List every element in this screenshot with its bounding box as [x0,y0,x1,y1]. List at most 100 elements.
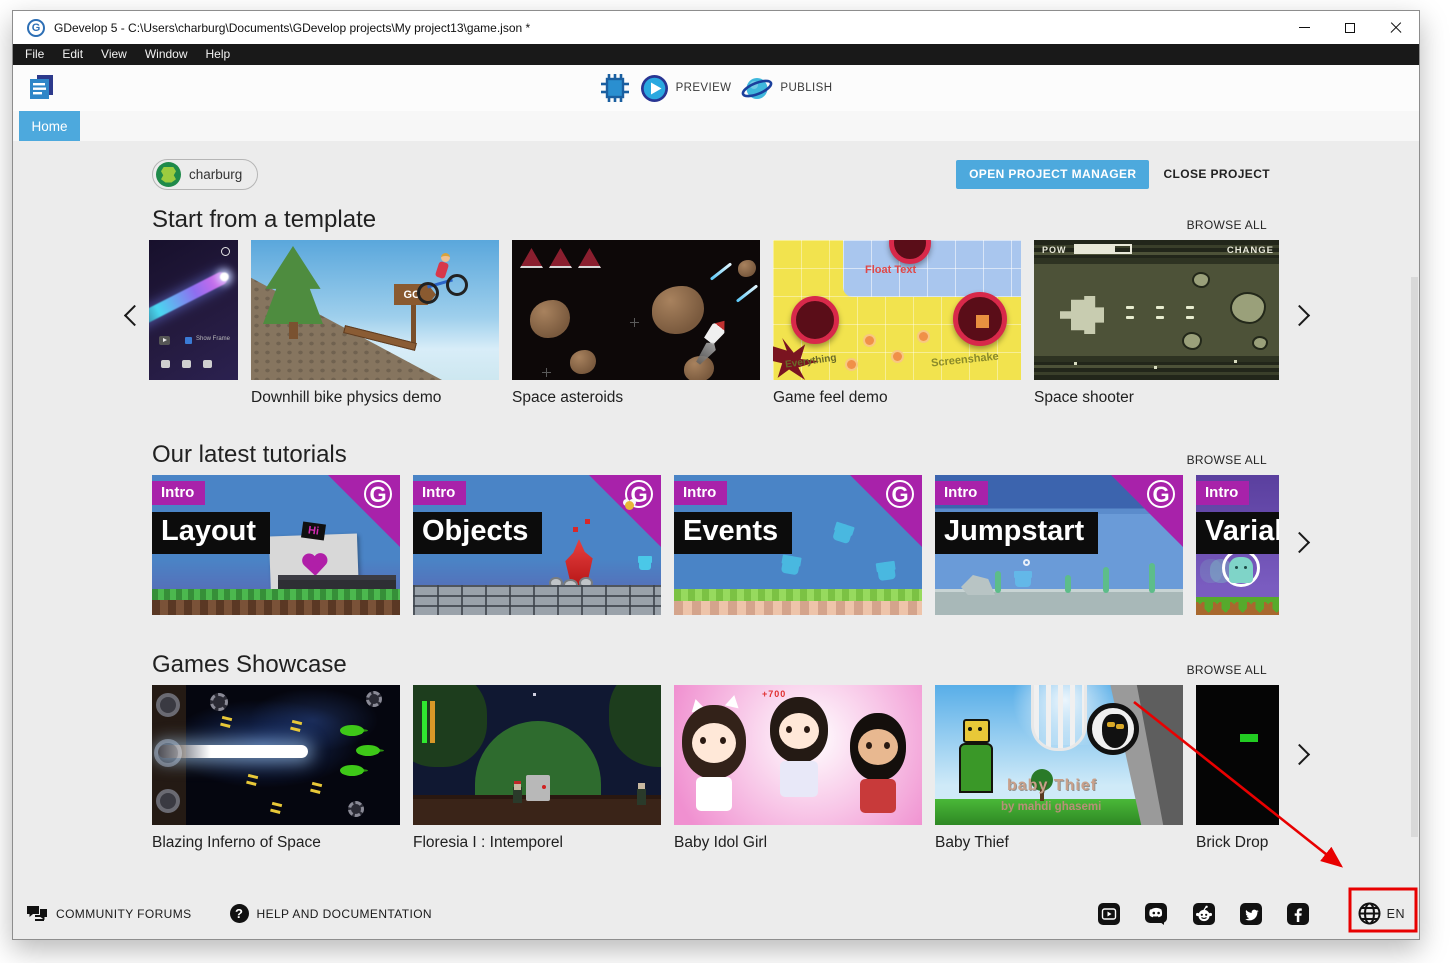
templates-title: Start from a template [152,206,1187,234]
chevron-right-icon[interactable] [1289,744,1310,765]
pixel-ship-art [1060,296,1104,334]
menu-file[interactable]: File [16,44,53,65]
menu-edit[interactable]: Edit [53,44,92,65]
templates-browse-all[interactable]: BROWSE ALL [1187,216,1267,234]
menu-help[interactable]: Help [197,44,240,65]
template-thumbnail-bike[interactable]: GO [251,240,499,380]
tab-home[interactable]: Home [19,111,80,141]
intro-badge: Intro [935,481,988,505]
preview-label: PREVIEW [676,82,732,94]
username: charburg [189,167,242,182]
beam-art [158,745,308,758]
footer: COMMUNITY FORUMS ? HELP AND DOCUMENTATIO… [13,888,1419,939]
showcase-card: +700 [674,685,922,852]
tutorial-thumbnail-variables[interactable]: +1 Intro Variables [1196,475,1279,615]
maximize-icon [1345,23,1355,33]
avatar [156,162,181,187]
babythief-title: baby Thief [1007,777,1097,795]
templates-section-head: Start from a template BROWSE ALL [152,206,1267,234]
comet-art [149,270,230,335]
facebook-icon[interactable] [1287,903,1309,925]
tutorial-thumbnail-events[interactable]: G Intro Events [674,475,922,615]
mini-social-icons [161,360,212,368]
showcase-thumbnail-babyidol[interactable]: +700 [674,685,922,825]
template-thumbnail-shooter[interactable]: POW CHANGE [1034,240,1279,380]
template-card: POW CHANGE [1034,240,1279,407]
screenshake-label: Screenshake [931,350,1000,369]
tutorial-title-text: Layout [152,512,270,554]
showcase-thumbnail-blazing[interactable] [152,685,400,825]
babythief-byline: by mahdi ghasemi [1001,801,1101,813]
twitter-icon[interactable] [1240,903,1262,925]
close-icon [1390,22,1402,34]
template-card-label: Space asteroids [512,389,760,407]
intro-badge: Intro [674,481,727,505]
pow-label: POW [1042,245,1067,255]
toolbar-center: PREVIEW PUBLISH [13,65,1419,111]
info-icon [221,247,230,256]
help-icon: ? [230,904,249,923]
tutorial-title-text: Events [674,512,792,554]
float-text-label: Float Text [865,264,916,276]
preview-button[interactable]: PREVIEW [640,74,732,103]
tutorial-title-text: Objects [413,512,542,554]
showcase-thumbnail-brickdrop[interactable] [1196,685,1279,825]
tutorial-thumbnail-jumpstart[interactable]: G Intro Jumpstart [935,475,1183,615]
showcase-carousel: Blazing Inferno of Space [13,685,1419,852]
maximize-button[interactable] [1327,11,1373,44]
fish-art [1015,574,1031,587]
tutorials-browse-all[interactable]: BROWSE ALL [1187,451,1267,469]
template-card-label: Space shooter [1034,389,1279,407]
showcase-card-label: Floresia I : Intemporel [413,834,661,852]
tutorial-thumbnail-objects[interactable]: G Intro Objects [413,475,661,615]
tutorial-thumbnail-layout[interactable]: G Hi Intro Layout [152,475,400,615]
hi-label: Hi [301,521,326,540]
help-documentation-button[interactable]: ? HELP AND DOCUMENTATION [230,904,433,923]
template-thumbnail-gamefeel[interactable]: Float Text Everything Screenshake [773,240,1021,380]
tutorials-carousel: G Hi Intro Layout G [13,475,1419,615]
chevron-right-icon[interactable] [1289,532,1310,553]
showcase-card-label: Blazing Inferno of Space [152,834,400,852]
intro-badge: Intro [413,481,466,505]
showcase-browse-all[interactable]: BROWSE ALL [1187,661,1267,679]
close-project-button[interactable]: CLOSE PROJECT [1159,167,1274,181]
showcase-title: Games Showcase [152,651,1187,679]
template-thumbnail-asteroids[interactable] [512,240,760,380]
chevron-left-icon[interactable] [124,305,145,326]
gdevelop-g-icon: G [1147,480,1175,508]
thief-character-art [963,719,990,743]
tutorial-card: G Hi Intro Layout [152,475,400,615]
community-forums-button[interactable]: COMMUNITY FORUMS [26,904,192,924]
showcase-card: Floresia I : Intemporel [413,685,661,852]
minimize-button[interactable] [1281,11,1327,44]
gdevelop-logo-icon: G [27,19,45,37]
menu-window[interactable]: Window [136,44,197,65]
tutorials-title: Our latest tutorials [152,441,1187,469]
publish-button[interactable]: PUBLISH [741,75,832,102]
language-label: EN [1387,907,1405,921]
tutorial-card: G Intro Jumpstart [935,475,1183,615]
social-links: EN [1098,901,1405,926]
chevron-right-icon[interactable] [1289,305,1310,326]
templates-carousel: Show Frame GO [13,240,1419,407]
menu-view[interactable]: View [92,44,136,65]
youtube-icon[interactable] [1098,903,1120,925]
template-thumbnail-comet[interactable]: Show Frame [149,240,238,380]
minimize-icon [1299,27,1310,28]
showcase-card-label: Brick Drop [1196,834,1279,852]
template-card-label: Downhill bike physics demo [251,389,499,407]
mini-checkbox-icon [185,337,192,344]
header-row: charburg OPEN PROJECT MANAGER CLOSE PROJ… [152,158,1274,190]
user-chip[interactable]: charburg [152,159,258,190]
showcase-thumbnail-babythief[interactable]: baby Thief by mahdi ghasemi [935,685,1183,825]
language-button[interactable]: EN [1357,901,1405,926]
debugger-icon [600,73,630,103]
template-card: Space asteroids [512,240,760,407]
showcase-thumbnail-floresia[interactable] [413,685,661,825]
debugger-button[interactable] [600,73,630,103]
open-project-manager-button[interactable]: OPEN PROJECT MANAGER [956,160,1149,189]
discord-icon[interactable] [1145,903,1168,925]
close-button[interactable] [1373,11,1419,44]
tree-art [263,246,323,324]
reddit-icon[interactable] [1193,903,1215,925]
